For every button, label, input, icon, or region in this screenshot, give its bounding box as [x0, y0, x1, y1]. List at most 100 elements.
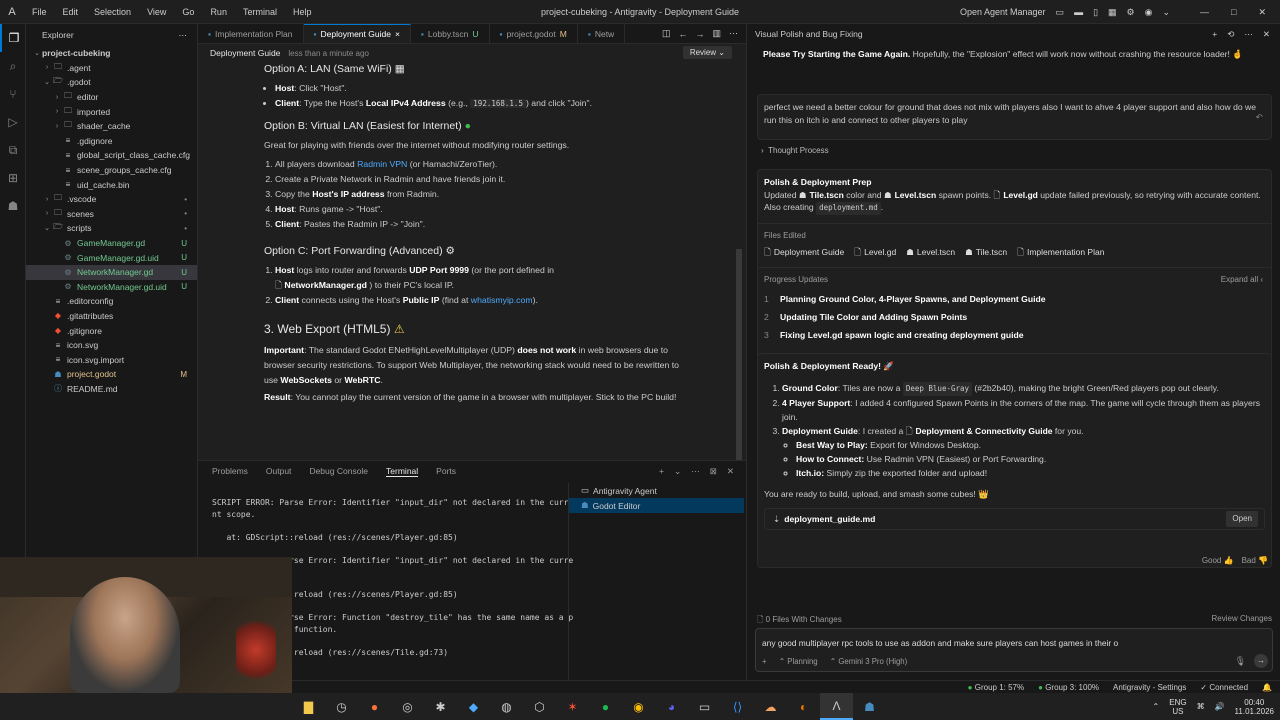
tree-item[interactable]: ⌄ project-cubeking	[26, 46, 197, 61]
tree-item[interactable]: ⓘ README.md	[26, 382, 197, 397]
menu-go[interactable]: Go	[174, 7, 202, 17]
panel-tab-problems[interactable]: Problems	[212, 466, 248, 477]
edited-file-chip[interactable]: ☗ Level.tscn	[906, 246, 955, 259]
review-changes-button[interactable]: Review Changes	[1212, 614, 1272, 628]
minimize-button[interactable]: —	[1200, 7, 1209, 17]
new-terminal-icon[interactable]: +	[659, 466, 664, 477]
menu-view[interactable]: View	[139, 7, 174, 17]
edited-file-chip[interactable]: 🗋 Implementation Plan	[1017, 246, 1104, 259]
vscode-taskbar-icon[interactable]: ⟨⟩	[721, 693, 754, 720]
menu-terminal[interactable]: Terminal	[235, 7, 285, 17]
chevron-down-icon[interactable]: ⌄	[674, 466, 681, 477]
panel-tab-ports[interactable]: Ports	[436, 466, 456, 477]
spotify-taskbar-icon[interactable]: ●	[589, 693, 622, 720]
whatismyip-link[interactable]: whatismyip.com	[471, 295, 533, 305]
antigravity-taskbar-icon[interactable]: Λ	[820, 693, 853, 720]
settings-status[interactable]: Antigravity - Settings	[1113, 683, 1186, 692]
toggle-sidebar-icon[interactable]: ▭	[1056, 7, 1065, 18]
expand-all-button[interactable]: Expand all ‹	[1221, 274, 1263, 287]
microphone-icon[interactable]: 🎙	[1235, 656, 1246, 667]
language-indicator[interactable]: ENG US	[1169, 698, 1186, 716]
close-agent-icon[interactable]: ✕	[1263, 29, 1270, 40]
editor-tab[interactable]: ▪ Lobby.tscn U	[411, 24, 490, 43]
send-button[interactable]: →	[1254, 654, 1268, 668]
bad-feedback-button[interactable]: Bad 👎	[1242, 556, 1268, 565]
notifications-icon[interactable]: 🔔	[1262, 683, 1272, 692]
tree-item[interactable]: ≡ .editorconfig	[26, 294, 197, 309]
close-tab-icon[interactable]: ×	[395, 29, 400, 39]
undo-icon[interactable]: ↶	[1256, 111, 1263, 124]
tree-item[interactable]: ⚙ GameManager.gd.uid U	[26, 250, 197, 265]
menu-run[interactable]: Run	[202, 7, 235, 17]
tree-item[interactable]: ⌄ 🗁 .godot	[26, 75, 197, 90]
toggle-panel-icon[interactable]: ▬	[1074, 7, 1083, 17]
tree-item[interactable]: ☗ project.godot M	[26, 367, 197, 382]
extensions-icon[interactable]: ⊞	[0, 164, 26, 192]
tree-item[interactable]: ≡ icon.svg	[26, 338, 197, 353]
layout-icon[interactable]: ▦	[1108, 7, 1117, 18]
maximize-button[interactable]: □	[1231, 7, 1236, 17]
file-explorer-taskbar-icon[interactable]: ▇	[292, 693, 325, 720]
model-selector[interactable]: ⌃ Gemini 3 Pro (High)	[830, 657, 908, 666]
menu-selection[interactable]: Selection	[86, 7, 139, 17]
tree-item[interactable]: ≡ .gdignore	[26, 134, 197, 149]
explorer-icon[interactable]: ❐	[0, 24, 26, 52]
group3-status[interactable]: ● Group 3: 100%	[1038, 683, 1099, 692]
account-icon[interactable]: ◉	[1145, 7, 1153, 18]
remote-explorer-icon[interactable]: ⧉	[0, 136, 26, 164]
history-icon[interactable]: ⟲	[1227, 29, 1234, 40]
editor-tab[interactable]: ▪ Implementation Plan	[198, 24, 304, 43]
menu-edit[interactable]: Edit	[55, 7, 87, 17]
good-feedback-button[interactable]: Good 👍	[1202, 556, 1234, 565]
mode-selector[interactable]: ⌃ Planning	[779, 657, 818, 666]
menu-help[interactable]: Help	[285, 7, 320, 17]
search-icon[interactable]: ⌕	[0, 52, 26, 80]
tray-chevron-icon[interactable]: ⌃	[1153, 702, 1160, 711]
tree-item[interactable]: ≡ uid_cache.bin	[26, 177, 197, 192]
source-control-icon[interactable]: ⑂	[0, 80, 26, 108]
tree-item[interactable]: ⚙ NetworkManager.gd U	[26, 264, 197, 280]
clock-app-taskbar-icon[interactable]: ◷	[325, 693, 358, 720]
tree-item[interactable]: ≡ icon.svg.import	[26, 352, 197, 367]
editor-scrollbar[interactable]	[736, 249, 742, 469]
discord-taskbar-icon[interactable]: ◕	[655, 693, 688, 720]
chrome-taskbar-icon[interactable]: ◉	[622, 693, 655, 720]
tree-item[interactable]: ≡ scene_groups_cache.cfg	[26, 163, 197, 178]
forward-icon[interactable]: →	[695, 29, 704, 39]
tree-item[interactable]: › 🗀 .agent	[26, 61, 197, 76]
tree-item[interactable]: ⚙ NetworkManager.gd.uid U	[26, 280, 197, 295]
connected-status[interactable]: ✓ Connected	[1200, 683, 1248, 692]
tree-item[interactable]: › 🗀 imported	[26, 104, 197, 119]
maximize-panel-icon[interactable]: ⊠	[710, 466, 717, 477]
terminal-instance[interactable]: ☗ Godot Editor	[569, 498, 744, 513]
steam-taskbar-icon[interactable]: ◍	[490, 693, 523, 720]
blender-taskbar-icon[interactable]: ◐	[787, 693, 820, 720]
tree-item[interactable]: ◆ .gitignore	[26, 323, 197, 338]
editor-tab[interactable]: ▪ Netw	[578, 24, 626, 43]
group1-status[interactable]: ● Group 1: 57%	[968, 683, 1024, 692]
files-with-changes[interactable]: 🗋 0 Files With Changes	[757, 614, 842, 628]
chat-input-box[interactable]: any good multiplayer rpc tools to use as…	[755, 628, 1273, 672]
progress-item[interactable]: 1 Planning Ground Color, 4-Player Spawns,…	[764, 290, 1265, 308]
add-context-icon[interactable]: +	[762, 657, 767, 666]
progress-item[interactable]: 3 Fixing Level.gd spawn logic and creatin…	[764, 326, 1265, 344]
terminal-instance[interactable]: ▭ Antigravity Agent	[569, 483, 744, 498]
split-editor-icon[interactable]: ◫	[662, 28, 671, 39]
guide-file-link[interactable]: 🗋 Deployment & Connectivity Guide	[906, 424, 1053, 438]
more-actions-icon[interactable]: ⋯	[1244, 29, 1253, 40]
tree-item[interactable]: ≡ global_script_class_cache.cfg	[26, 148, 197, 163]
cloud-taskbar-icon[interactable]: ☁	[754, 693, 787, 720]
panel-tab-debug-console[interactable]: Debug Console	[309, 466, 368, 477]
panel-tab-terminal[interactable]: Terminal	[386, 466, 419, 477]
clock[interactable]: 00:40 11.01.2026	[1235, 698, 1274, 716]
artifact-row[interactable]: ⇣ deployment_guide.md Open	[764, 508, 1265, 530]
settings-gear-icon[interactable]: ⚙	[1127, 7, 1135, 18]
more-actions-icon[interactable]: ⋯	[691, 466, 700, 477]
editor-tab[interactable]: ▪ project.godot M	[490, 24, 578, 43]
tree-item[interactable]: › 🗀 editor	[26, 90, 197, 105]
terminal-taskbar-icon[interactable]: ▭	[688, 693, 721, 720]
networkmanager-file-link[interactable]: NetworkManager.gd	[284, 280, 367, 290]
progress-item[interactable]: 2 Updating Tile Color and Adding Spawn Po…	[764, 308, 1265, 326]
edited-file-chip[interactable]: ☗ Tile.tscn	[965, 246, 1007, 259]
menu-file[interactable]: File	[24, 7, 55, 17]
